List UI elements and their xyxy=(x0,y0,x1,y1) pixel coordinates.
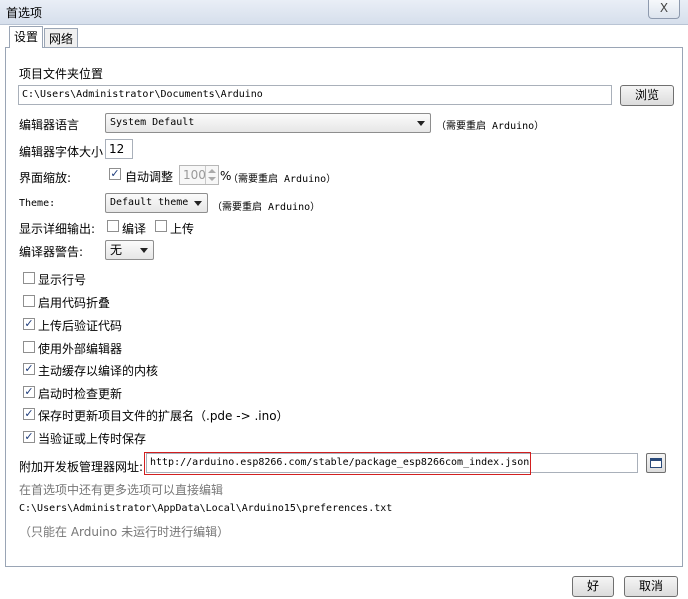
theme-note: （需要重启 Arduino） xyxy=(212,202,321,213)
chevron-down-icon xyxy=(417,121,425,126)
compiler-warnings-label: 编译器警告: xyxy=(19,245,84,259)
option-label: 当验证或上传时保存 xyxy=(38,432,147,446)
theme-label: Theme: xyxy=(19,198,56,209)
verbose-upload-label: 上传 xyxy=(170,222,195,236)
cancel-button[interactable]: 取消 xyxy=(624,576,678,597)
tab-network[interactable]: 网络 xyxy=(44,28,79,48)
verbose-upload-checkbox[interactable] xyxy=(155,220,167,232)
editor-language-label: 编辑器语言 xyxy=(19,118,80,132)
tab-settings[interactable]: 设置 xyxy=(9,26,44,48)
code-folding-checkbox[interactable] xyxy=(23,295,35,307)
cache-core-checkbox[interactable] xyxy=(23,363,35,375)
auto-scale-checkbox[interactable] xyxy=(109,168,121,180)
window-icon xyxy=(650,458,662,468)
close-icon: X xyxy=(659,1,669,15)
option-label: 启用代码折叠 xyxy=(38,296,111,310)
interface-scale-label: 界面缩放: xyxy=(19,171,72,185)
scale-spinner[interactable]: 100 xyxy=(179,165,219,185)
theme-select[interactable]: Default theme xyxy=(105,193,208,213)
title-bar: 首选项 X xyxy=(0,0,688,25)
spinner-buttons xyxy=(205,166,218,184)
sketchbook-label: 项目文件夹位置 xyxy=(19,67,104,81)
update-extension-checkbox[interactable] xyxy=(23,408,35,420)
preferences-file-path: C:\Users\Administrator\AppData\Local\Ard… xyxy=(19,503,393,514)
option-label: 主动缓存以编译的内核 xyxy=(38,364,159,378)
option-label: 保存时更新项目文件的扩展名（.pde -> .ino） xyxy=(38,409,289,423)
theme-value: Default theme xyxy=(110,197,189,208)
edit-when-closed-note: （只能在 Arduino 未运行时进行编辑） xyxy=(19,525,230,539)
check-updates-checkbox[interactable] xyxy=(23,386,35,398)
compiler-warnings-select[interactable]: 无 xyxy=(105,240,154,260)
interface-scale-note: （需要重启 Arduino） xyxy=(228,174,337,185)
show-line-numbers-checkbox[interactable] xyxy=(23,272,35,284)
ok-button[interactable]: 好 xyxy=(572,576,614,597)
option-label: 显示行号 xyxy=(38,273,87,287)
boards-manager-label: 附加开发板管理器网址: xyxy=(19,460,144,474)
compiler-warnings-value: 无 xyxy=(110,243,123,257)
scale-value: 100 xyxy=(183,168,206,182)
option-label: 启动时检查更新 xyxy=(38,387,123,401)
verbose-compile-checkbox[interactable] xyxy=(107,220,119,232)
auto-scale-label: 自动调整 xyxy=(125,170,174,184)
editor-language-value: System Default xyxy=(110,117,195,128)
font-size-label: 编辑器字体大小 xyxy=(19,145,104,159)
option-label: 上传后验证代码 xyxy=(38,319,123,333)
url-highlight xyxy=(144,452,531,475)
spin-up-icon xyxy=(208,169,216,173)
font-size-input[interactable]: 12 xyxy=(105,139,133,159)
option-label: 使用外部编辑器 xyxy=(38,342,123,356)
editor-language-select[interactable]: System Default xyxy=(105,113,431,133)
verify-after-upload-checkbox[interactable] xyxy=(23,318,35,330)
save-on-verify-checkbox[interactable] xyxy=(23,431,35,443)
chevron-down-icon xyxy=(140,248,148,253)
url-list-button[interactable] xyxy=(646,453,666,473)
editor-language-note: （需要重启 Arduino） xyxy=(436,121,545,132)
external-editor-checkbox[interactable] xyxy=(23,341,35,353)
window-title: 首选项 xyxy=(6,6,43,20)
more-preferences-note: 在首选项中还有更多选项可以直接编辑 xyxy=(19,483,224,497)
browse-button[interactable]: 浏览 xyxy=(620,85,674,106)
verbose-compile-label: 编译 xyxy=(122,222,147,236)
chevron-down-icon xyxy=(194,201,202,206)
spin-down-icon xyxy=(208,177,216,181)
close-button[interactable]: X xyxy=(648,0,680,19)
sketchbook-path-input[interactable]: C:\Users\Administrator\Documents\Arduino xyxy=(18,85,612,105)
verbose-label: 显示详细输出: xyxy=(19,222,96,236)
